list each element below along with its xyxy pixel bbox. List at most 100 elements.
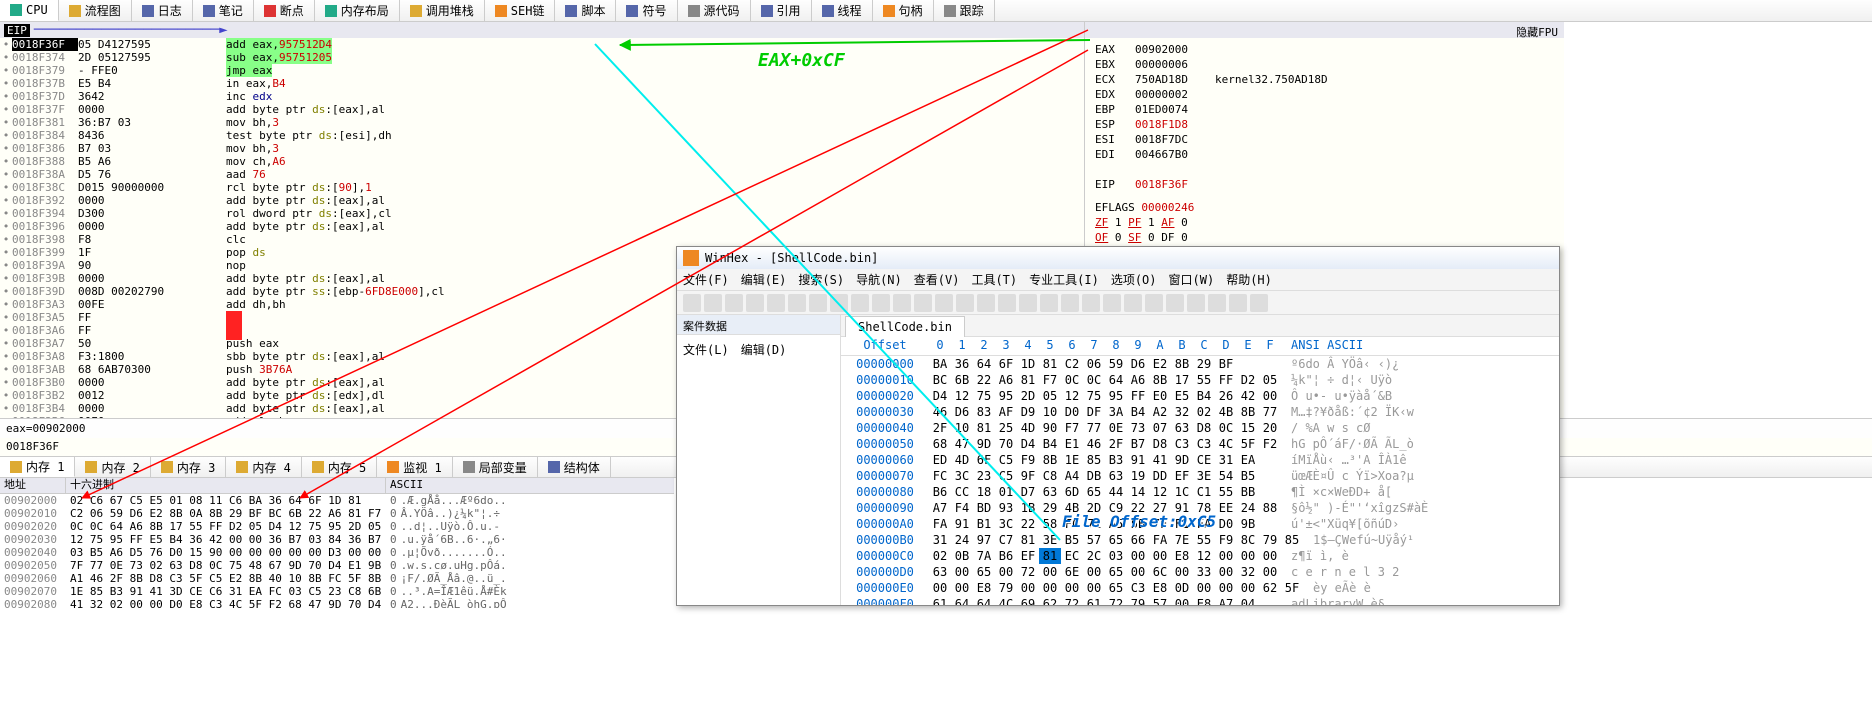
- dump-row[interactable]: 009020701E 85 B3 91 41 3D CE C6 31 EA FC…: [0, 585, 674, 598]
- winhex-menu-item[interactable]: 帮助(H): [1226, 271, 1272, 288]
- winhex-row[interactable]: 000000B0312497C7813EB5576566FA7E55F98C79…: [841, 532, 1559, 548]
- dump-row[interactable]: 0090208041 32 02 00 00 D0 E8 C3 4C 5F F2…: [0, 598, 674, 608]
- winhex-tb-btn[interactable]: [809, 294, 827, 312]
- winhex-menu-item[interactable]: 查看(V): [914, 271, 960, 288]
- dump-row[interactable]: 009020507F 77 0E 73 02 63 D8 0C 75 48 67…: [0, 559, 674, 572]
- dump-row[interactable]: 009020200C 0C 64 A6 8B 17 55 FF D2 05 D4…: [0, 520, 674, 533]
- top-tab-11[interactable]: 引用: [751, 0, 812, 21]
- mem-tab-2[interactable]: 内存 3: [151, 457, 226, 477]
- disasm-row[interactable]: •0018F37D3642inc edx: [0, 90, 1084, 103]
- winhex-row[interactable]: 00000080B6CC1801D7636D654414121CC155BB ¶…: [841, 484, 1559, 500]
- winhex-tb-btn[interactable]: [1082, 294, 1100, 312]
- winhex-row[interactable]: 000000D06300650072006E0065006C0033003200…: [841, 564, 1559, 580]
- top-tab-2[interactable]: 日志: [132, 0, 193, 21]
- winhex-tb-btn[interactable]: [1061, 294, 1079, 312]
- winhex-menubar[interactable]: 文件(F) 编辑(E) 搜索(S) 导航(N) 查看(V) 工具(T) 专业工具(I) 选项(…: [677, 269, 1559, 291]
- disasm-row[interactable]: •0018F38CD015 90000000rcl byte ptr ds:[9…: [0, 181, 1084, 194]
- top-tab-3[interactable]: 笔记: [193, 0, 254, 21]
- top-tab-13[interactable]: 句柄: [873, 0, 934, 21]
- top-tab-10[interactable]: 源代码: [678, 0, 751, 21]
- dump-row[interactable]: 0090204003 B5 A6 D5 76 D0 15 90 00 00 00…: [0, 546, 674, 559]
- top-tab-9[interactable]: 符号: [616, 0, 677, 21]
- dump-row[interactable]: 00902060A1 46 2F 8B D8 C3 5F C5 E2 8B 40…: [0, 572, 674, 585]
- winhex-row[interactable]: 00000000BA36646F1D81C20659D6E28B29BF º6d…: [841, 356, 1559, 372]
- winhex-tb-btn[interactable]: [1187, 294, 1205, 312]
- winhex-menu-item[interactable]: 搜索(S): [798, 271, 844, 288]
- winhex-tb-btn[interactable]: [1250, 294, 1268, 312]
- winhex-tb-btn[interactable]: [914, 294, 932, 312]
- winhex-tb-btn[interactable]: [956, 294, 974, 312]
- top-tab-6[interactable]: 调用堆栈: [400, 0, 485, 21]
- mem-tab-3[interactable]: 内存 4: [226, 457, 301, 477]
- winhex-tb-btn[interactable]: [935, 294, 953, 312]
- disasm-row[interactable]: •0018F394D300rol dword ptr ds:[eax],cl: [0, 207, 1084, 220]
- top-tab-5[interactable]: 内存布局: [315, 0, 400, 21]
- winhex-tb-btn[interactable]: [1166, 294, 1184, 312]
- winhex-row[interactable]: 000000C0020B7AB6EF81EC2C030000E812000000…: [841, 548, 1559, 564]
- winhex-tb-btn[interactable]: [767, 294, 785, 312]
- top-tab-4[interactable]: 断点: [254, 0, 315, 21]
- winhex-tb-btn[interactable]: [872, 294, 890, 312]
- winhex-side-item[interactable]: 编辑(D): [741, 343, 787, 357]
- top-tab-12[interactable]: 线程: [812, 0, 873, 21]
- top-tab-0[interactable]: CPU: [0, 0, 59, 21]
- winhex-tb-btn[interactable]: [1124, 294, 1142, 312]
- winhex-tb-btn[interactable]: [851, 294, 869, 312]
- top-tab-8[interactable]: 脚本: [555, 0, 616, 21]
- dump-row[interactable]: 0090203012 75 95 FF E5 B4 36 42 00 00 36…: [0, 533, 674, 546]
- winhex-menu-item[interactable]: 文件(F): [683, 271, 729, 288]
- winhex-tb-btn[interactable]: [1145, 294, 1163, 312]
- winhex-tb-btn[interactable]: [725, 294, 743, 312]
- disasm-row[interactable]: •0018F37BE5 B4in eax,B4: [0, 77, 1084, 90]
- winhex-tb-btn[interactable]: [683, 294, 701, 312]
- hide-fpu-link[interactable]: 隐藏FPU: [1516, 24, 1558, 36]
- winhex-tb-btn[interactable]: [893, 294, 911, 312]
- disasm-row[interactable]: •0018F36F05 D4127595add eax,957512D4: [0, 38, 1084, 51]
- winhex-menu-item[interactable]: 编辑(E): [741, 271, 787, 288]
- winhex-row[interactable]: 0000005068479D70D4B4E1462FB7D8C3C34C5FF2…: [841, 436, 1559, 452]
- winhex-menu-item[interactable]: 选项(O): [1111, 271, 1157, 288]
- winhex-menu-item[interactable]: 专业工具(I): [1029, 271, 1099, 288]
- winhex-tb-btn[interactable]: [1208, 294, 1226, 312]
- top-tab-7[interactable]: SEH链: [485, 0, 556, 21]
- winhex-row[interactable]: 000000402F1081254D90F7770E730763D80C1520…: [841, 420, 1559, 436]
- winhex-row[interactable]: 00000010BC6B22A681F70C0C64A68B1755FFD205…: [841, 372, 1559, 388]
- disasm-row[interactable]: •0018F379- FFE0jmp eax: [0, 64, 1084, 77]
- top-tab-14[interactable]: 跟踪: [934, 0, 995, 21]
- winhex-tb-btn[interactable]: [998, 294, 1016, 312]
- disasm-row[interactable]: •0018F3960000add byte ptr ds:[eax],al: [0, 220, 1084, 233]
- mem-tab-6[interactable]: 局部变量: [453, 457, 538, 477]
- winhex-tb-btn[interactable]: [977, 294, 995, 312]
- disasm-row[interactable]: •0018F3848436test byte ptr ds:[esi],dh: [0, 129, 1084, 142]
- winhex-tab-shellcode[interactable]: ShellCode.bin: [845, 316, 965, 337]
- disasm-row[interactable]: •0018F38136:B7 03mov bh,3: [0, 116, 1084, 129]
- winhex-hex-view[interactable]: Offset0123456789ABCDEFANSI ASCII 0000000…: [841, 337, 1559, 605]
- winhex-file-tabs[interactable]: ShellCode.bin: [841, 315, 1559, 337]
- winhex-menu-item[interactable]: 导航(N): [856, 271, 902, 288]
- winhex-tb-btn[interactable]: [1040, 294, 1058, 312]
- winhex-row[interactable]: 0000003046D683AFD910D0DF3AB4A232024B8B77…: [841, 404, 1559, 420]
- winhex-tb-btn[interactable]: [746, 294, 764, 312]
- winhex-tb-btn[interactable]: [704, 294, 722, 312]
- winhex-tb-btn[interactable]: [830, 294, 848, 312]
- winhex-row[interactable]: 00000060ED4D6FC5F98B1E85B391419DCE31EA í…: [841, 452, 1559, 468]
- winhex-side-menu[interactable]: 文件(L) 编辑(D): [677, 335, 840, 364]
- winhex-menu-item[interactable]: 窗口(W): [1169, 271, 1215, 288]
- top-tab-1[interactable]: 流程图: [59, 0, 132, 21]
- winhex-tb-btn[interactable]: [1229, 294, 1247, 312]
- mem-tab-1[interactable]: 内存 2: [75, 457, 150, 477]
- memory-dump[interactable]: 地址 十六进制 ASCII 0090200002 C6 67 C5 E5 01 …: [0, 478, 674, 608]
- disasm-row[interactable]: •0018F3742D 05127595sub eax,95751205: [0, 51, 1084, 64]
- winhex-menu-item[interactable]: 工具(T): [971, 271, 1017, 288]
- winhex-row[interactable]: 000000F06164644C6962726172795700E8A704 a…: [841, 596, 1559, 605]
- winhex-row[interactable]: 000000E00000E8790000000065C3E80D00000062…: [841, 580, 1559, 596]
- winhex-tb-btn[interactable]: [788, 294, 806, 312]
- winhex-side-item[interactable]: 文件(L): [683, 343, 729, 357]
- mem-tab-5[interactable]: 监视 1: [377, 457, 452, 477]
- disasm-row[interactable]: •0018F38AD5 76aad 76: [0, 168, 1084, 181]
- disasm-row[interactable]: •0018F37F0000add byte ptr ds:[eax],al: [0, 103, 1084, 116]
- disasm-row[interactable]: •0018F398F8clc: [0, 233, 1084, 246]
- winhex-tb-btn[interactable]: [1103, 294, 1121, 312]
- winhex-tb-btn[interactable]: [1019, 294, 1037, 312]
- disasm-row[interactable]: •0018F3920000add byte ptr ds:[eax],al: [0, 194, 1084, 207]
